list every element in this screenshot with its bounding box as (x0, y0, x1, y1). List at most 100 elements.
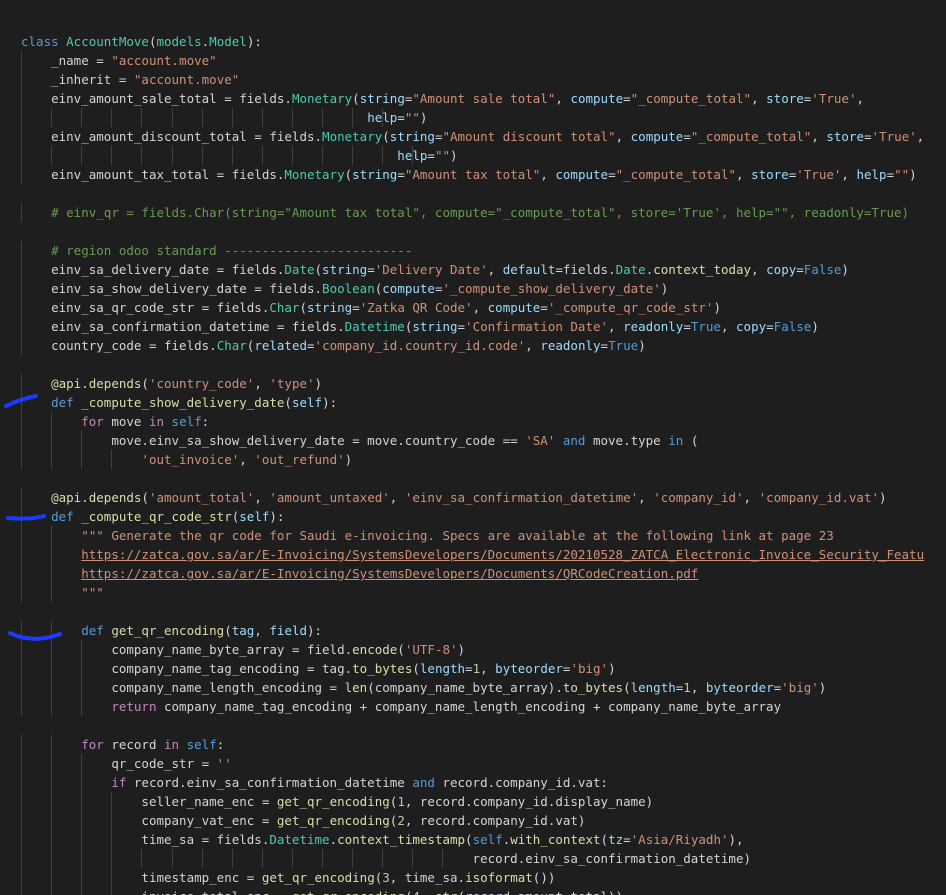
code-line[interactable]: @api.depends('country_code', 'type') (21, 374, 924, 393)
code-link[interactable]: https://zatca.gov.sa/ar/E-Invoicing/Syst… (81, 547, 924, 562)
code-line[interactable]: 'out_invoice', 'out_refund') (21, 450, 924, 469)
code-line[interactable]: company_vat_enc = get_qr_encoding(2, rec… (21, 811, 924, 830)
code-token: '_compute_show_delivery_date' (442, 281, 661, 296)
code-token: "Amount sale total" (412, 91, 556, 106)
code-editor[interactable]: class AccountMove(models.Model): _name =… (0, 0, 946, 895)
code-line[interactable]: einv_sa_qr_code_str = fields.Char(string… (21, 298, 924, 317)
code-line[interactable]: _inherit = "account.move" (21, 70, 924, 89)
code-token: "" (434, 148, 450, 163)
code-token: ( (465, 832, 473, 847)
indent-guide (291, 108, 293, 127)
code-token: 'country_code' (148, 376, 255, 391)
code-token: "Amount tax total" (404, 167, 541, 182)
indent-guide (21, 678, 22, 697)
code-line[interactable] (21, 184, 924, 203)
code-line[interactable]: def _compute_qr_code_str(self): (21, 507, 924, 526)
code-line[interactable]: company_name_byte_array = field.encode('… (21, 640, 924, 659)
code-token: 'company_id.vat' (758, 490, 880, 505)
code-content[interactable]: class AccountMove(models.Model): _name =… (21, 32, 924, 895)
code-line[interactable]: """ (21, 583, 924, 602)
code-token: qr_code_str = (111, 756, 217, 771)
code-line[interactable]: """ Generate the qr code for Saudi e-inv… (21, 526, 924, 545)
code-line[interactable]: _name = "account.move" (21, 51, 924, 70)
code-token: related (254, 338, 308, 353)
code-token: 'company_id' (653, 490, 744, 505)
code-token: """ (81, 585, 104, 600)
code-token: = (397, 167, 405, 182)
code-line[interactable]: @api.depends('amount_total', 'amount_unt… (21, 488, 924, 507)
code-line[interactable]: company_name_length_encoding = len(compa… (21, 678, 924, 697)
code-line[interactable]: https://zatca.gov.sa/ar/E-Invoicing/Syst… (21, 545, 924, 564)
code-line[interactable]: move.einv_sa_show_delivery_date = move.c… (21, 431, 924, 450)
code-line[interactable] (21, 222, 924, 241)
code-token: @api.depends (51, 376, 142, 391)
code-line[interactable]: einv_amount_discount_total = fields.Mone… (21, 127, 924, 146)
code-line[interactable]: help="") (21, 108, 924, 127)
code-line[interactable]: einv_sa_show_delivery_date = fields.Bool… (21, 279, 924, 298)
code-line[interactable]: qr_code_str = '' (21, 754, 924, 773)
code-line[interactable]: for record in self: (21, 735, 924, 754)
indent-guide (21, 488, 22, 507)
code-line[interactable]: # region odoo standard -----------------… (21, 241, 924, 260)
indent-guide (81, 108, 83, 127)
code-token: byteorder (495, 661, 563, 676)
indent-guide (51, 830, 53, 849)
code-token: True (608, 338, 639, 353)
code-line[interactable]: def _compute_show_delivery_date(self): (21, 393, 924, 412)
indent-guide (382, 146, 384, 165)
code-token: compute (487, 300, 541, 315)
code-token: store (751, 167, 789, 182)
code-line[interactable]: einv_sa_delivery_date = fields.Date(stri… (21, 260, 924, 279)
code-token: to_bytes (352, 661, 413, 676)
code-token: = (367, 262, 375, 277)
code-token: Model (209, 34, 247, 49)
indent-guide (21, 792, 22, 811)
code-line[interactable]: einv_amount_tax_total = fields.Monetary(… (21, 165, 924, 184)
code-line[interactable]: timestamp_enc = get_qr_encoding(3, time_… (21, 868, 924, 887)
code-token: , (239, 452, 255, 467)
code-line[interactable]: def get_qr_encoding(tag, field): (21, 621, 924, 640)
code-token: get_qr_encoding (111, 623, 225, 638)
code-token: ) (811, 319, 819, 334)
code-line[interactable]: # einv_qr = fields.Char(string="Amount t… (21, 203, 924, 222)
code-token: _name = (51, 53, 112, 68)
code-token: invoice_total_enc = (141, 889, 292, 895)
code-token: and (412, 775, 435, 790)
code-token: 'True' (796, 167, 842, 182)
code-line[interactable]: einv_amount_sale_total = fields.Monetary… (21, 89, 924, 108)
code-line[interactable] (21, 469, 924, 488)
code-token: ( (299, 300, 307, 315)
code-token: ) (660, 281, 669, 296)
code-token: Datetime (344, 319, 405, 334)
indent-guide (231, 108, 233, 127)
code-token: "_compute_total" (615, 167, 737, 182)
code-line[interactable]: https://zatca.gov.sa/ar/E-Invoicing/Syst… (21, 564, 924, 583)
indent-guide (21, 431, 22, 450)
code-token: 'amount_untaxed' (269, 490, 390, 505)
code-token: (record.amount_total)) (458, 889, 624, 895)
code-line[interactable] (21, 716, 924, 735)
indent-guide (201, 146, 203, 165)
code-line[interactable]: record.einv_sa_confirmation_datetime) (21, 849, 924, 868)
code-line[interactable]: invoice_total_enc = get_qr_encoding(4, s… (21, 887, 924, 895)
code-line[interactable] (21, 602, 924, 621)
code-link[interactable]: https://zatca.gov.sa/ar/E-Invoicing/Syst… (81, 566, 698, 581)
indent-guide (171, 849, 173, 868)
code-line[interactable]: time_sa = fields.Datetime.context_timest… (21, 830, 924, 849)
code-line[interactable]: seller_name_enc = get_qr_encoding(1, rec… (21, 792, 924, 811)
code-line[interactable]: if record.einv_sa_confirmation_datetime … (21, 773, 924, 792)
code-line[interactable] (21, 355, 924, 374)
code-line[interactable]: help="") (21, 146, 924, 165)
code-token: = (683, 129, 691, 144)
code-line[interactable]: class AccountMove(models.Model): (21, 32, 924, 51)
code-line[interactable]: for move in self: (21, 412, 924, 431)
code-token: copy (736, 319, 767, 334)
code-token: company_name_tag_encoding + company_name… (164, 699, 782, 714)
code-line[interactable]: company_name_tag_encoding = tag.to_bytes… (21, 659, 924, 678)
code-token: = (352, 300, 360, 315)
code-token: tz (608, 832, 624, 847)
code-line[interactable]: einv_sa_confirmation_datetime = fields.D… (21, 317, 924, 336)
code-line[interactable]: country_code = fields.Char(related='comp… (21, 336, 924, 355)
code-token: ( (683, 433, 699, 448)
code-line[interactable]: return company_name_tag_encoding + compa… (21, 697, 924, 716)
